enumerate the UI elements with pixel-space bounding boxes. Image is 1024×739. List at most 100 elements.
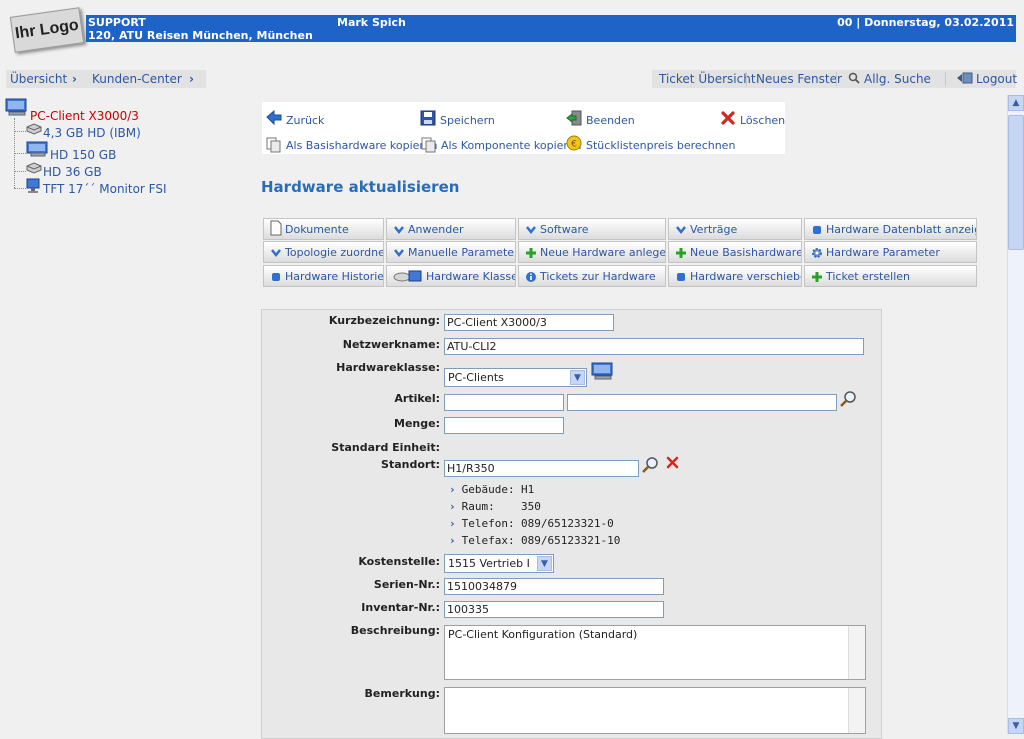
tab-hardware-datasheet[interactable]: Hardware Datenblatt anzeigen bbox=[804, 218, 977, 240]
floppy-icon bbox=[420, 110, 436, 126]
header-bar: SUPPORT 120, ATU Reisen München, München… bbox=[86, 15, 1016, 42]
clear-icon[interactable] bbox=[665, 456, 681, 473]
standort-input[interactable]: H1/R350 bbox=[444, 460, 639, 477]
chevron-right-icon: › bbox=[449, 500, 456, 513]
calc-price-button[interactable]: € Stücklistenpreis berechnen bbox=[566, 133, 735, 152]
tab-users-label: Anwender bbox=[408, 223, 464, 236]
beschreibung-textarea[interactable]: PC-Client Konfiguration (Standard) bbox=[444, 625, 866, 680]
tab-documents-label: Dokumente bbox=[285, 223, 349, 236]
search-icon[interactable] bbox=[848, 72, 860, 87]
scroll-down-button[interactable]: ▼ bbox=[1008, 718, 1024, 734]
tab-software[interactable]: Software bbox=[518, 218, 666, 240]
hard-disk-icon bbox=[26, 123, 42, 138]
tree-connector bbox=[14, 188, 26, 189]
delete-x-icon bbox=[720, 110, 736, 126]
room-value: 350 bbox=[521, 500, 541, 513]
label-beschreibung: Beschreibung: bbox=[350, 624, 440, 637]
tab-tickets-hardware-label: Tickets zur Hardware bbox=[540, 270, 656, 283]
quit-button[interactable]: Beenden bbox=[566, 108, 635, 127]
back-button[interactable]: Zurück bbox=[266, 108, 324, 127]
tab-contracts[interactable]: Verträge bbox=[668, 218, 802, 240]
monitor-icon bbox=[26, 178, 40, 197]
chevron-down-icon bbox=[525, 224, 537, 236]
tab-create-ticket[interactable]: Ticket erstellen bbox=[804, 265, 977, 287]
chevron-right-icon: › bbox=[449, 517, 456, 530]
building-value: H1 bbox=[521, 483, 535, 496]
header-user: Mark Spich bbox=[337, 16, 406, 29]
square-bullet-icon bbox=[270, 271, 282, 283]
fax-label: Telefax: bbox=[461, 534, 515, 547]
general-search-link[interactable]: Allg. Suche bbox=[864, 72, 931, 86]
tree-item-hd-ibm[interactable]: 4,3 GB HD (IBM) bbox=[43, 126, 141, 140]
copy-as-component-button[interactable]: Als Komponente kopieren bbox=[421, 137, 581, 153]
search-icon[interactable] bbox=[840, 390, 858, 411]
label-menge: Menge: bbox=[394, 417, 440, 430]
logout-icon[interactable] bbox=[957, 72, 973, 87]
tab-documents[interactable]: Dokumente bbox=[263, 218, 384, 240]
tab-new-base-hardware[interactable]: Neue Basishardware bbox=[668, 241, 802, 263]
tree-root-icon bbox=[5, 98, 29, 119]
page-scrollbar[interactable]: ▲ ▼ bbox=[1007, 95, 1024, 734]
search-icon[interactable] bbox=[642, 456, 660, 477]
tab-hardware-history[interactable]: Hardware Historie bbox=[263, 265, 384, 287]
inventarnr-input[interactable]: 100335 bbox=[444, 601, 664, 618]
tab-topology-label: Topologie zuordnen bbox=[285, 246, 384, 259]
label-seriennr: Serien-Nr.: bbox=[373, 578, 440, 591]
copy-as-base-label: Als Basishardware kopieren bbox=[286, 138, 438, 152]
hardwareklasse-select[interactable]: PC-Clients ▼ bbox=[444, 368, 587, 387]
tab-new-hardware[interactable]: Neue Hardware anlegen bbox=[518, 241, 666, 263]
breadcrumb-overview[interactable]: Übersicht bbox=[10, 72, 67, 86]
seriennr-input[interactable]: 1510034879 bbox=[444, 578, 664, 595]
header-date: 00 | Donnerstag, 03.02.2011 bbox=[837, 16, 1014, 29]
bemerkung-textarea[interactable] bbox=[444, 687, 866, 734]
beschreibung-value: PC-Client Konfiguration (Standard) bbox=[448, 628, 638, 641]
tab-new-base-hardware-label: Neue Basishardware bbox=[690, 246, 802, 259]
action-toolbar: Zurück Speichern Beenden Löschen Als Bas… bbox=[262, 102, 785, 154]
scroll-up-button[interactable]: ▲ bbox=[1008, 95, 1024, 111]
location-fax: › Telefax: 089/65123321-10 bbox=[449, 534, 620, 547]
breadcrumb-customer-center[interactable]: Kunden-Center bbox=[92, 72, 182, 86]
tab-hardware-params[interactable]: Hardware Parameter bbox=[804, 241, 977, 263]
tab-move-hardware[interactable]: Hardware verschieben bbox=[668, 265, 802, 287]
artikel-number-input[interactable] bbox=[444, 394, 564, 411]
tab-users[interactable]: Anwender bbox=[386, 218, 516, 240]
tab-topology[interactable]: Topologie zuordnen bbox=[263, 241, 384, 263]
tree-item-hd-36[interactable]: HD 36 GB bbox=[43, 165, 102, 179]
quit-label: Beenden bbox=[586, 114, 635, 127]
tab-hardware-params-label: Hardware Parameter bbox=[826, 246, 940, 259]
artikel-name-input[interactable] bbox=[567, 394, 837, 411]
menge-input[interactable] bbox=[444, 417, 564, 434]
scroll-thumb[interactable] bbox=[1008, 115, 1024, 250]
hard-disk-icon bbox=[26, 162, 42, 177]
netzwerkname-input[interactable]: ATU-CLI2 bbox=[444, 338, 864, 355]
tree-item-root[interactable]: PC-Client X3000/3 bbox=[30, 109, 139, 123]
location-building: › Gebäude: H1 bbox=[449, 483, 534, 496]
plus-icon bbox=[675, 247, 687, 259]
chevron-right-icon: › bbox=[72, 72, 77, 86]
plus-icon bbox=[525, 247, 537, 259]
save-button[interactable]: Speichern bbox=[420, 108, 495, 127]
textarea-scrollbar[interactable] bbox=[848, 688, 865, 733]
header-support: SUPPORT bbox=[88, 16, 146, 29]
copy-as-base-button[interactable]: Als Basishardware kopieren bbox=[266, 137, 437, 153]
ticket-overview-link[interactable]: Ticket Übersicht bbox=[659, 72, 756, 86]
new-window-link[interactable]: Neues Fenster bbox=[756, 72, 842, 86]
kurzbezeichnung-input[interactable]: PC-Client X3000/3 bbox=[444, 314, 614, 331]
tree-item-hd-150[interactable]: HD 150 GB bbox=[50, 148, 116, 162]
delete-label: Löschen bbox=[740, 114, 786, 127]
save-label: Speichern bbox=[440, 114, 495, 127]
delete-button[interactable]: Löschen bbox=[720, 108, 785, 127]
tree-item-tft-monitor[interactable]: TFT 17´´ Monitor FSI bbox=[43, 182, 167, 196]
textarea-scrollbar[interactable] bbox=[848, 626, 865, 679]
tab-manual-params[interactable]: Manuelle Parameter bbox=[386, 241, 516, 263]
label-netzwerkname: Netzwerkname: bbox=[342, 338, 440, 351]
separator bbox=[836, 72, 837, 86]
tab-hardware-classes[interactable]: Hardware Klassen bbox=[386, 265, 516, 287]
hardwareklasse-value: PC-Clients bbox=[448, 371, 504, 384]
fax-value: 089/65123321-10 bbox=[521, 534, 621, 547]
tab-hardware-history-label: Hardware Historie bbox=[285, 270, 384, 283]
chevron-down-icon bbox=[675, 224, 687, 236]
kostenstelle-select[interactable]: 1515 Vertrieb I ▼ bbox=[444, 554, 554, 573]
logout-link[interactable]: Logout bbox=[976, 72, 1017, 86]
tab-tickets-hardware[interactable]: Tickets zur Hardware bbox=[518, 265, 666, 287]
